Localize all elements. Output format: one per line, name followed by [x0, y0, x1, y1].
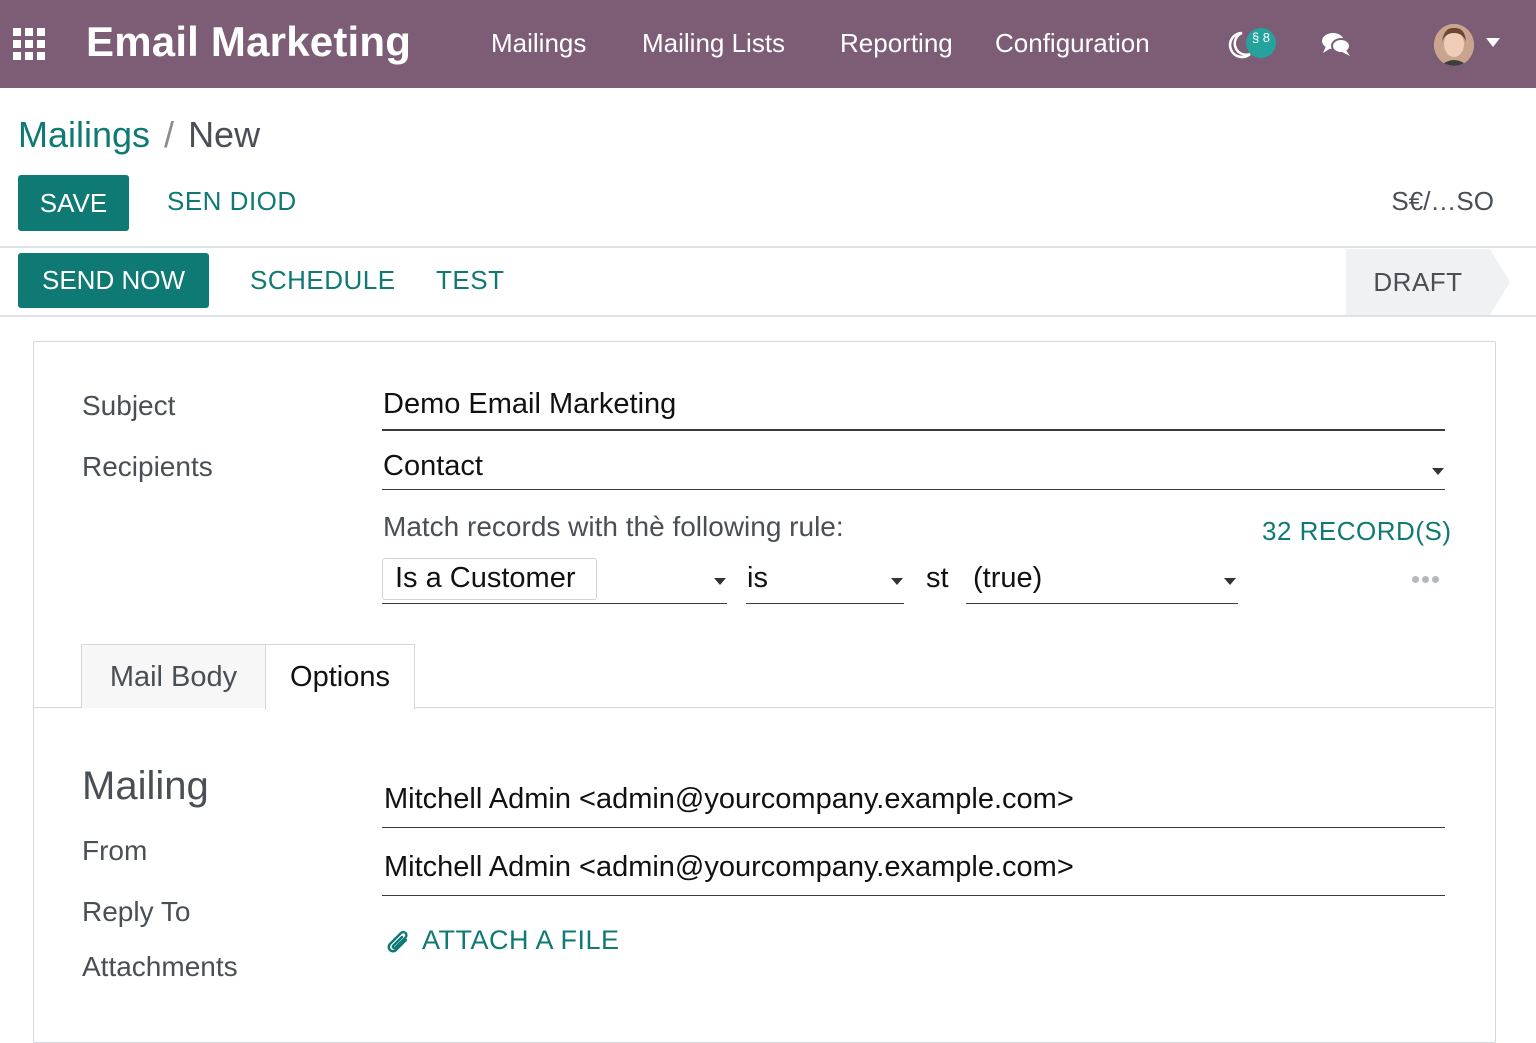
schedule-button[interactable]: SCHEDULE — [250, 265, 396, 296]
records-count-link[interactable]: 32 RECORD(S) — [1262, 516, 1451, 547]
pager-text[interactable]: S€/…SO — [1391, 186, 1494, 217]
save-button[interactable]: SAVE — [18, 175, 129, 231]
paperclip-icon[interactable] — [383, 928, 411, 956]
app-brand[interactable]: Email Marketing — [86, 18, 411, 66]
from-underline — [382, 827, 1445, 828]
recipients-label: Recipients — [82, 451, 213, 482]
rule-value-select[interactable]: (true) — [973, 562, 1042, 595]
test-button[interactable]: TEST — [436, 265, 504, 296]
breadcrumb-mailings[interactable]: Mailings — [18, 114, 150, 155]
recipients-underline — [382, 489, 1445, 490]
discard-button[interactable]: SEN DIOD — [167, 186, 297, 217]
tab-mail-body[interactable]: Mail Body — [81, 644, 266, 708]
rule-field-caret-icon[interactable] — [714, 578, 726, 585]
breadcrumb-separator: / — [164, 114, 175, 155]
send-now-button[interactable]: SEND NOW — [18, 253, 209, 308]
rule-operator-underline — [746, 603, 904, 604]
from-input[interactable]: Mitchell Admin <admin@yourcompany.exampl… — [384, 783, 1074, 816]
breadcrumb: Mailings / New — [18, 114, 260, 156]
rule-field-select[interactable]: Is a Customer — [395, 562, 576, 595]
reply-to-underline — [382, 895, 1445, 896]
subject-input[interactable]: Demo Email Marketing — [383, 388, 676, 421]
rule-field-underline — [382, 603, 727, 604]
breadcrumb-current: New — [188, 114, 261, 155]
menu-configuration[interactable]: Configuration — [995, 28, 1150, 59]
divider — [0, 315, 1536, 317]
rule-operator-select[interactable]: is — [747, 562, 768, 595]
recipients-caret-icon[interactable] — [1432, 468, 1444, 475]
attachments-label: Attachments — [82, 951, 238, 982]
user-menu-caret-icon[interactable] — [1486, 38, 1500, 47]
ellipsis-icon[interactable] — [1412, 576, 1440, 584]
from-label: From — [82, 835, 148, 866]
status-draft[interactable]: DRAFT — [1346, 249, 1490, 315]
subject-label: Subject — [82, 390, 176, 421]
menu-mailings[interactable]: Mailings — [491, 28, 586, 59]
attach-file-button[interactable]: ATTACH A FILE — [422, 925, 620, 956]
menu-mailing-lists[interactable]: Mailing Lists — [642, 28, 785, 59]
rule-value-underline — [966, 603, 1238, 604]
rule-value-prefix: st — [926, 562, 949, 594]
activity-badge-icon[interactable]: § 8 — [1246, 28, 1276, 58]
rule-operator-caret-icon[interactable] — [891, 578, 903, 585]
rule-description: Match records with thè following rule: — [383, 511, 844, 542]
tab-options[interactable]: Options — [265, 644, 415, 710]
apps-grid-icon[interactable] — [13, 28, 45, 60]
top-navbar: Email Marketing Mailings Mailing Lists R… — [0, 0, 1536, 88]
subject-underline — [382, 429, 1445, 431]
divider — [0, 246, 1536, 248]
rule-value-caret-icon[interactable] — [1224, 578, 1236, 585]
reply-to-input[interactable]: Mitchell Admin <admin@yourcompany.exampl… — [384, 851, 1074, 884]
reply-to-label: Reply To — [82, 896, 191, 927]
user-avatar[interactable] — [1434, 24, 1474, 66]
recipients-select[interactable]: Contact — [383, 450, 483, 483]
menu-reporting[interactable]: Reporting — [840, 28, 953, 59]
mailing-section-title: Mailing — [82, 764, 209, 808]
chat-icon[interactable] — [1320, 30, 1352, 58]
status-arrow — [1490, 249, 1510, 315]
